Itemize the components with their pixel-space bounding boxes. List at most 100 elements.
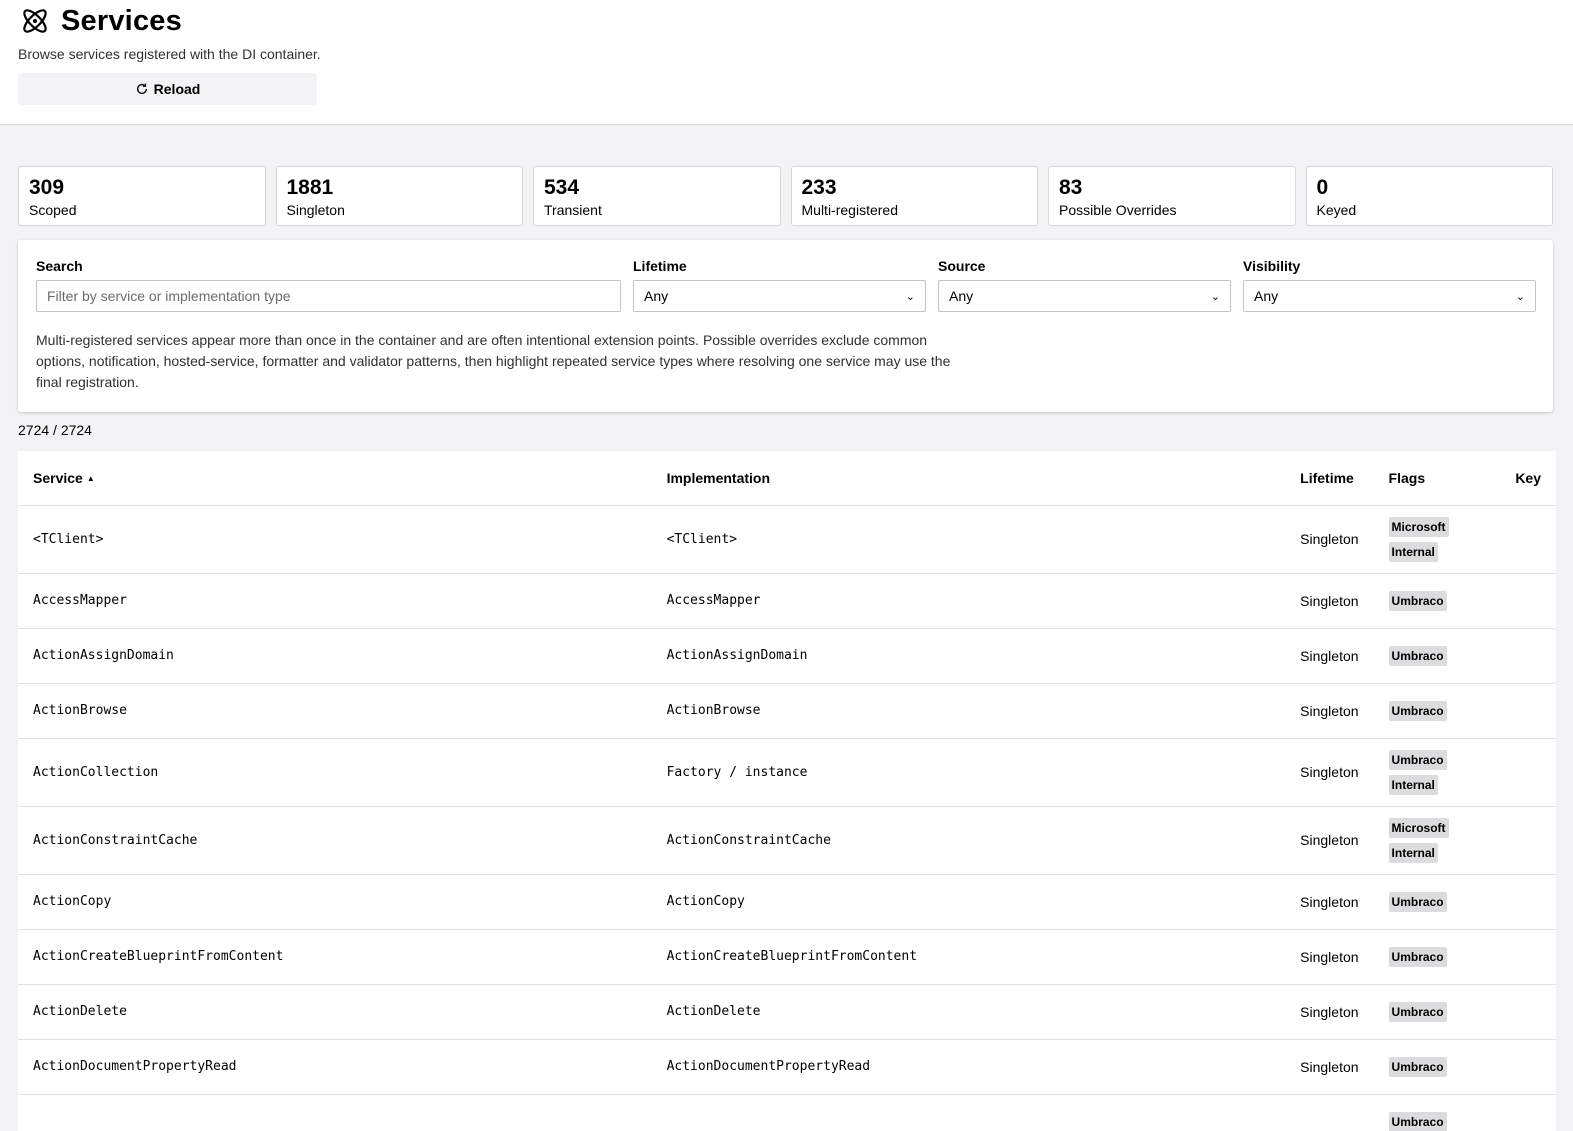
flag-badge: Umbraco xyxy=(1388,591,1447,611)
flags-cell: Umbraco xyxy=(1373,1039,1501,1095)
service-cell: ActionDocumentPropertyRead xyxy=(18,1039,652,1095)
service-cell: ActionAssignDomain xyxy=(18,628,652,684)
stat-card: 83 Possible Overrides xyxy=(1048,166,1296,226)
flag-badge: Internal xyxy=(1388,542,1438,562)
implementation-cell: ActionCreateBlueprintFromContent xyxy=(651,929,1286,985)
page-title: Services xyxy=(61,4,182,37)
table-row[interactable]: ActionCollection Factory / instance Single… xyxy=(18,738,1556,807)
stat-card: 1881 Singleton xyxy=(275,166,523,226)
table-row[interactable]: ActionDocumentPropertyRead ActionDocument… xyxy=(18,1039,1556,1095)
lifetime-cell: Singleton xyxy=(1285,874,1374,930)
service-cell: ActionConstraintCache xyxy=(18,806,652,875)
flags-cell: Umbraco xyxy=(1373,929,1501,985)
flag-badge: Umbraco xyxy=(1388,892,1447,912)
info-text: Multi-registered services appear more th… xyxy=(36,332,951,390)
stat-value: 1881 xyxy=(286,176,334,199)
column-header-implementation[interactable]: Implementation xyxy=(651,451,1286,506)
stat-card: 309 Scoped xyxy=(18,166,266,226)
lifetime-cell: Singleton xyxy=(1285,929,1374,985)
source-select[interactable]: Any ⌄ xyxy=(938,280,1231,312)
flags-cell: Microsoft Internal xyxy=(1373,806,1501,875)
key-cell xyxy=(1500,1094,1556,1131)
visibility-select[interactable]: Any ⌄ xyxy=(1243,280,1536,312)
stat-card: 0 Keyed xyxy=(1305,166,1553,226)
lifetime-cell: Singleton xyxy=(1285,1039,1374,1095)
implementation-cell: ActionCopy xyxy=(651,874,1286,930)
flags-cell: Umbraco xyxy=(1373,628,1501,684)
table-row[interactable]: ActionCopy ActionCopy Singleton Umbraco xyxy=(18,874,1556,930)
service-cell: ActionCreateBlueprintFromContent xyxy=(18,929,652,985)
reload-label: Reload xyxy=(153,81,201,97)
implementation-cell: AccessMapper xyxy=(651,573,1286,629)
flag-badge: Microsoft xyxy=(1388,517,1449,537)
stats-row: 309 Scoped 1881 Singleton 534 Transient 233 Mul… xyxy=(18,166,1553,226)
flag-badge: Umbraco xyxy=(1388,1057,1447,1077)
table-row[interactable]: Umbraco xyxy=(18,1094,1556,1131)
stat-card: 534 Transient xyxy=(533,166,781,226)
sort-ascending-icon: ▲ xyxy=(86,473,95,483)
flag-badge: Internal xyxy=(1388,843,1438,863)
chevron-down-icon: ⌄ xyxy=(1210,290,1220,303)
key-cell xyxy=(1500,1039,1556,1095)
stat-value: 83 xyxy=(1059,176,1083,199)
search-group: Search xyxy=(36,258,621,312)
column-header-service-label: Service xyxy=(33,469,83,486)
key-cell xyxy=(1500,806,1556,875)
flags-cell: Umbraco xyxy=(1373,984,1501,1040)
chevron-down-icon: ⌄ xyxy=(905,290,915,303)
visibility-label: Visibility xyxy=(1243,258,1301,274)
table-row[interactable]: ActionConstraintCache ActionConstraintCac… xyxy=(18,806,1556,875)
implementation-cell: ActionBrowse xyxy=(651,683,1286,739)
lifetime-cell: Singleton xyxy=(1285,628,1374,684)
stat-label: Multi-registered xyxy=(801,202,898,218)
flag-badge: Umbraco xyxy=(1388,1002,1447,1022)
key-cell xyxy=(1500,874,1556,930)
table-row[interactable]: ActionDelete ActionDelete Singleton Umbraco xyxy=(18,984,1556,1040)
table-row[interactable]: ActionCreateBlueprintFromContent ActionCr… xyxy=(18,929,1556,985)
result-count: 2724 / 2724 xyxy=(18,422,92,438)
table-row[interactable]: ActionAssignDomain ActionAssignDomain Sing… xyxy=(18,628,1556,684)
page-header: Services Browse services registered with… xyxy=(0,0,1573,125)
stat-value: 309 xyxy=(29,176,65,199)
stat-label: Transient xyxy=(544,202,602,218)
implementation-cell: ActionAssignDomain xyxy=(651,628,1286,684)
lifetime-cell: Singleton xyxy=(1285,984,1374,1040)
filter-panel: Search Lifetime Any ⌄ Source Any ⌄ Visib… xyxy=(18,240,1553,412)
source-group: Source Any ⌄ xyxy=(938,258,1231,312)
key-cell xyxy=(1500,628,1556,684)
search-input[interactable] xyxy=(36,280,621,312)
column-header-service[interactable]: Service ▲ xyxy=(18,451,652,506)
key-cell xyxy=(1500,984,1556,1040)
lifetime-cell: Singleton xyxy=(1285,573,1374,629)
column-header-flags[interactable]: Flags xyxy=(1373,451,1501,506)
flags-cell: Umbraco xyxy=(1373,1094,1501,1131)
implementation-cell xyxy=(651,1094,1286,1131)
flag-badge: Umbraco xyxy=(1388,646,1447,666)
stat-label: Singleton xyxy=(286,202,345,218)
key-cell xyxy=(1500,683,1556,739)
flag-badge: Internal xyxy=(1388,775,1438,795)
flags-cell: Umbraco xyxy=(1373,874,1501,930)
stat-label: Keyed xyxy=(1316,202,1357,218)
source-select-value: Any xyxy=(949,288,974,304)
table-row[interactable]: AccessMapper AccessMapper Singleton Umbraco xyxy=(18,573,1556,629)
atom-icon xyxy=(19,5,51,37)
service-cell: <TClient> xyxy=(18,505,652,574)
chevron-down-icon: ⌄ xyxy=(1515,290,1525,303)
lifetime-cell: Singleton xyxy=(1285,505,1374,574)
stat-label: Scoped xyxy=(29,202,77,218)
implementation-cell: ActionDelete xyxy=(651,984,1286,1040)
flags-cell: Microsoft Internal xyxy=(1373,505,1501,574)
table-row[interactable]: <TClient> <TClient> Singleton Microsoft Inte… xyxy=(18,505,1556,574)
implementation-cell: <TClient> xyxy=(651,505,1286,574)
implementation-cell: Factory / instance xyxy=(651,738,1286,807)
stat-card: 233 Multi-registered xyxy=(790,166,1038,226)
table-row[interactable]: ActionBrowse ActionBrowse Singleton Umbraco xyxy=(18,683,1556,739)
lifetime-select-value: Any xyxy=(644,288,669,304)
page-subtitle: Browse services registered with the DI c… xyxy=(18,46,321,62)
column-header-lifetime[interactable]: Lifetime xyxy=(1285,451,1374,506)
lifetime-select[interactable]: Any ⌄ xyxy=(633,280,926,312)
column-header-key[interactable]: Key xyxy=(1500,451,1556,506)
lifetime-label: Lifetime xyxy=(633,258,687,274)
reload-button[interactable]: Reload xyxy=(18,73,317,105)
